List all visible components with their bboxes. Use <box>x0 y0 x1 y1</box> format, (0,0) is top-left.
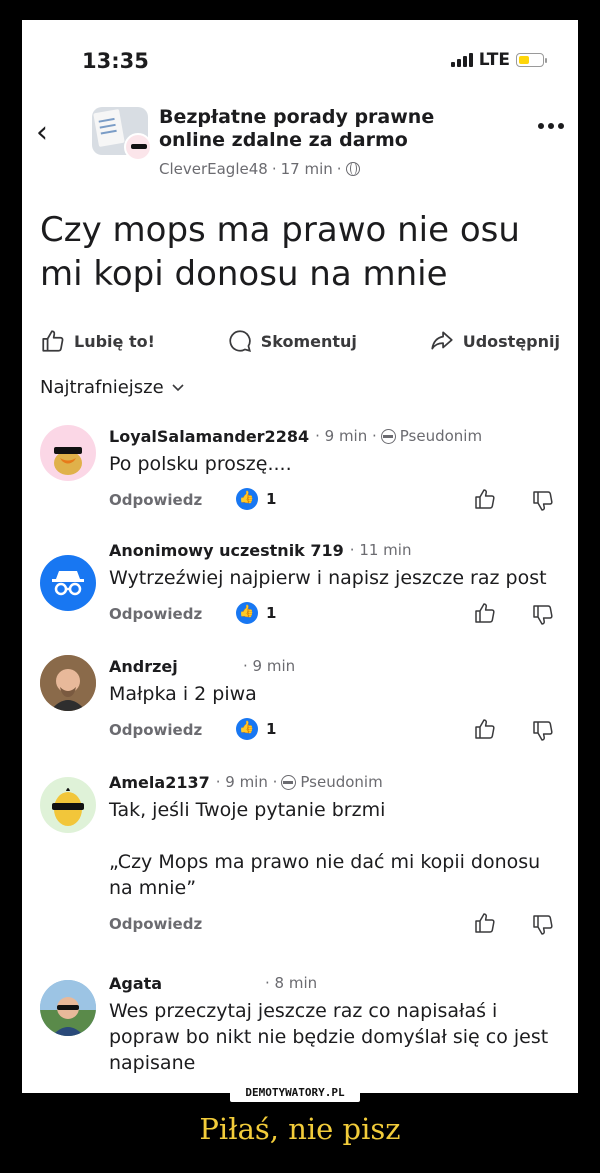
chevron-down-icon <box>172 383 184 391</box>
group-avatar[interactable] <box>92 107 152 161</box>
comment-time: · 8 min <box>265 974 318 992</box>
watermark: DEMOTYWATORY.PL <box>230 1084 360 1102</box>
pseudonym-icon <box>380 428 396 444</box>
meta-separator: · <box>336 160 342 178</box>
globe-icon <box>345 162 360 176</box>
comment-time: · 9 min <box>243 657 296 675</box>
status-time: 13:35 <box>82 49 149 73</box>
comment-author[interactable]: LoyalSalamander2284 <box>109 427 309 446</box>
signal-icon <box>450 53 473 67</box>
comment-text: Po polsku proszę.... <box>109 453 292 475</box>
comment-icon <box>229 330 251 352</box>
comment-meta: · 9 min · Pseudonim <box>216 773 383 791</box>
battery-icon <box>516 53 547 67</box>
avatar[interactable] <box>40 777 96 833</box>
downvote-icon[interactable] <box>531 913 555 937</box>
comment-meta: · 9 min · Pseudonim <box>315 427 482 445</box>
reply-button[interactable]: Odpowiedz <box>109 491 202 509</box>
sort-label: Najtrafniejsze <box>40 377 164 398</box>
reply-button[interactable]: Odpowiedz <box>109 721 202 739</box>
comment-time: · 9 min · <box>215 773 278 791</box>
post-title: Czy mops ma prawo nie osu mi kopi donosu… <box>40 210 520 294</box>
meta-separator: · <box>271 160 277 178</box>
comment-label: Skomentuj <box>260 331 357 351</box>
phone-screen: 13:35 LTE ‹ Bezpłatne porady prawne onli… <box>22 20 578 1093</box>
upvote-icon[interactable] <box>473 601 497 625</box>
upvote-icon[interactable] <box>473 717 497 741</box>
like-button[interactable]: Lubię to! <box>40 328 155 354</box>
back-icon[interactable]: ‹ <box>36 118 48 148</box>
comment-meta: · 11 min <box>350 541 412 559</box>
upvote-icon[interactable] <box>473 487 497 511</box>
caption: Piłaś, nie pisz <box>199 1112 401 1146</box>
comment-author[interactable]: Agata <box>109 974 259 993</box>
avatar[interactable] <box>40 980 96 1036</box>
like-badge-icon <box>236 602 258 624</box>
comment-text: Wytrzeźwiej najpierw i napisz jeszcze ra… <box>109 567 547 589</box>
comment-author[interactable]: Amela2137 <box>109 773 210 792</box>
sort-dropdown[interactable]: Najtrafniejsze <box>40 377 184 398</box>
post-meta: CleverEagle48 · 17 min · <box>159 160 360 178</box>
like-label: Lubię to! <box>74 331 155 351</box>
comment-author[interactable]: Andrzej <box>109 657 237 676</box>
comment-meta: · 8 min <box>265 974 317 992</box>
comment-time: · 11 min <box>349 541 412 559</box>
comment-text: Małpka i 2 piwa <box>109 683 257 705</box>
reply-button[interactable]: Odpowiedz <box>109 605 202 623</box>
comment-time: · 9 min · <box>315 427 377 445</box>
share-icon <box>431 331 453 350</box>
share-button[interactable]: Udostępnij <box>429 328 560 354</box>
comment-button[interactable]: Skomentuj <box>227 328 357 354</box>
post-author[interactable]: CleverEagle48 <box>159 160 268 178</box>
avatar[interactable] <box>40 425 96 481</box>
comment-meta: · 9 min <box>243 657 295 675</box>
post-actions: Lubię to! Skomentuj Udostępnij <box>40 326 560 356</box>
thumbs-up-icon <box>42 330 64 352</box>
more-options-icon[interactable] <box>538 123 564 129</box>
reply-button[interactable]: Odpowiedz <box>109 915 202 933</box>
comment-text-line1: Tak, jeśli Twoje pytanie brzmi <box>109 799 386 821</box>
status-indicators: LTE <box>450 50 547 70</box>
upvote-icon[interactable] <box>473 911 497 935</box>
comment-text-line2: „Czy Mops ma prawo nie dać mi kopii dono… <box>109 851 541 899</box>
pseudonym-badge: Pseudonim <box>399 427 483 445</box>
comment-text: Wes przeczytaj jeszcze raz co napisałaś … <box>109 1000 549 1074</box>
downvote-icon[interactable] <box>531 603 555 627</box>
pseudonym-icon <box>281 774 297 790</box>
post-time: 17 min <box>280 160 333 178</box>
like-count: 1 <box>236 488 276 510</box>
avatar[interactable] <box>40 655 96 711</box>
pseudonym-badge: Pseudonim <box>300 773 383 791</box>
like-badge-icon <box>236 718 258 740</box>
like-count: 1 <box>236 602 276 624</box>
network-label: LTE <box>478 50 510 70</box>
like-count-value: 1 <box>266 490 277 508</box>
avatar[interactable] <box>40 555 96 611</box>
share-label: Udostępnij <box>462 331 560 351</box>
like-count-value: 1 <box>266 720 277 738</box>
comment-author[interactable]: Anonimowy uczestnik 719 <box>109 541 344 560</box>
downvote-icon[interactable] <box>531 719 555 743</box>
like-count-value: 1 <box>266 604 277 622</box>
group-name[interactable]: Bezpłatne porady prawne online zdalne za… <box>159 106 499 152</box>
like-badge-icon <box>236 488 258 510</box>
like-count: 1 <box>236 718 276 740</box>
downvote-icon[interactable] <box>531 489 555 513</box>
